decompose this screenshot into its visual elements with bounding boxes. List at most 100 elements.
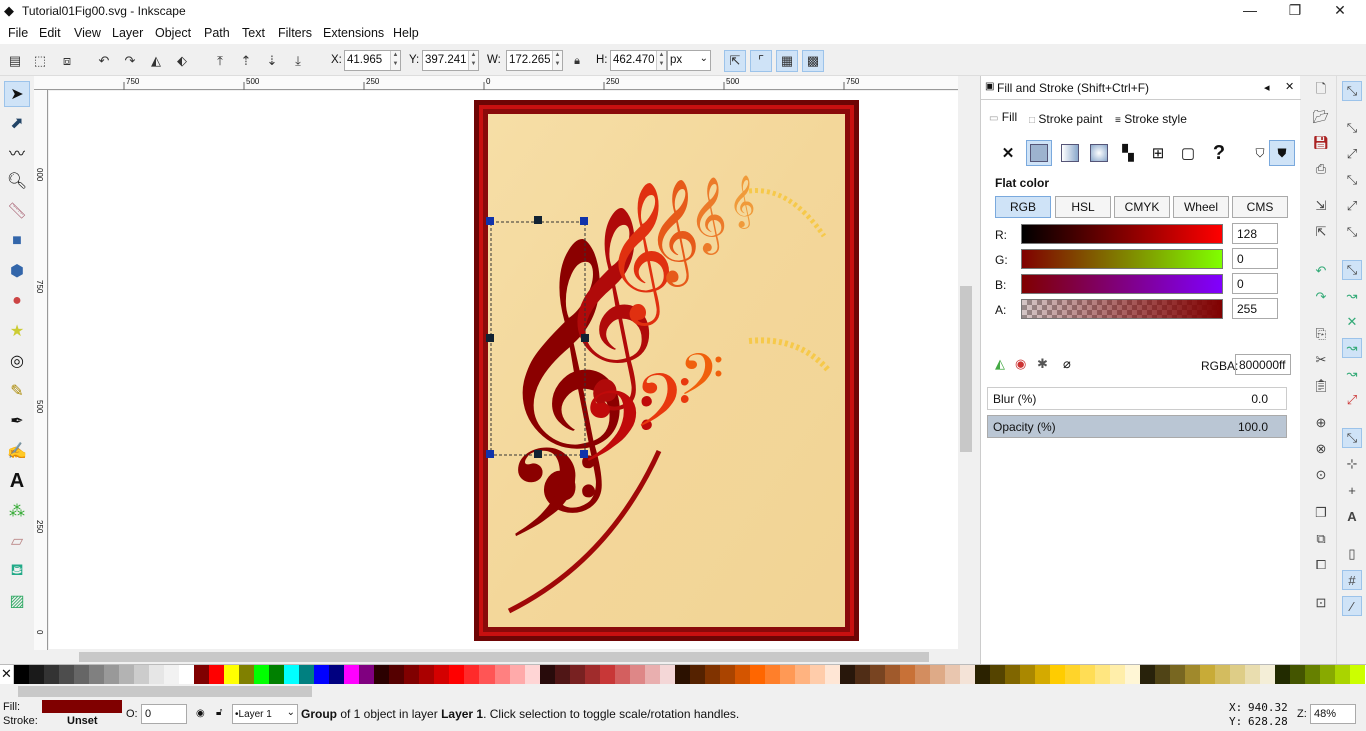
rgba-field[interactable]: 800000ff bbox=[1235, 354, 1291, 375]
opacity-slider[interactable]: Opacity (%) 100.0 bbox=[987, 415, 1287, 438]
w-spin-arrows[interactable]: ▲ ▼ bbox=[552, 51, 562, 70]
palette-swatch[interactable] bbox=[1155, 665, 1171, 684]
3dbox-tool-icon[interactable]: ⬢ bbox=[4, 258, 30, 284]
g-slider[interactable] bbox=[1021, 249, 1223, 269]
layer-lock-icon[interactable]: 🔓︎ bbox=[216, 707, 222, 718]
node-tool-icon[interactable]: ⬈ bbox=[4, 110, 30, 136]
r-slider[interactable] bbox=[1021, 224, 1223, 244]
unlink-clone-icon[interactable]: ⧠ bbox=[1311, 555, 1331, 575]
menu-object[interactable]: Object bbox=[155, 26, 191, 40]
save-icon[interactable]: 💾︎ bbox=[1311, 133, 1331, 153]
zoom-drawing-icon[interactable]: ⊗ bbox=[1311, 439, 1331, 459]
snap-bbox-center-icon[interactable]: ⤡ bbox=[1342, 222, 1362, 242]
a-value-field[interactable]: 255 bbox=[1232, 298, 1278, 319]
snap-text-baseline-icon[interactable]: A bbox=[1342, 506, 1362, 526]
zoom-page-icon[interactable]: ⊙ bbox=[1311, 465, 1331, 485]
palette-swatch[interactable] bbox=[1350, 665, 1366, 684]
palette-swatch[interactable] bbox=[29, 665, 45, 684]
palette-swatch[interactable] bbox=[629, 665, 645, 684]
palette-swatch[interactable] bbox=[1335, 665, 1351, 684]
palette-swatch[interactable] bbox=[299, 665, 315, 684]
radial-gradient-icon[interactable] bbox=[1086, 140, 1112, 166]
undo-icon[interactable]: ↶ bbox=[1311, 261, 1331, 281]
export-icon[interactable]: ⇱ bbox=[1311, 222, 1331, 242]
palette-swatch[interactable] bbox=[149, 665, 165, 684]
palette-swatch[interactable] bbox=[689, 665, 705, 684]
snap-guide-icon[interactable]: ⁄ bbox=[1342, 596, 1362, 616]
palette-swatch[interactable] bbox=[1260, 665, 1276, 684]
mesh-gradient-icon[interactable]: ▚ bbox=[1115, 140, 1141, 166]
panel-close-icon[interactable]: ✕ bbox=[1285, 80, 1294, 93]
palette-swatch[interactable] bbox=[1185, 665, 1201, 684]
palette-swatch[interactable] bbox=[179, 665, 195, 684]
blur-slider[interactable]: Blur (%) 0.0 bbox=[987, 387, 1287, 410]
zoom-tool-icon[interactable]: 🔍︎ bbox=[4, 168, 30, 194]
paste-icon[interactable]: 📋︎ bbox=[1311, 376, 1331, 396]
clone-icon[interactable]: ⧉ bbox=[1311, 529, 1331, 549]
palette-swatch[interactable] bbox=[1245, 665, 1261, 684]
snap-others-icon[interactable]: ⤡ bbox=[1342, 428, 1362, 448]
mode-cms-tab[interactable]: CMS bbox=[1232, 196, 1288, 218]
r-value-field[interactable]: 128 bbox=[1232, 223, 1278, 244]
palette-swatch[interactable] bbox=[719, 665, 735, 684]
palette-swatch[interactable] bbox=[389, 665, 405, 684]
flip-horizontal-icon[interactable]: ◭ bbox=[145, 50, 167, 72]
palette-swatch[interactable] bbox=[764, 665, 780, 684]
palette-swatch[interactable] bbox=[164, 665, 180, 684]
palette-swatch[interactable] bbox=[464, 665, 480, 684]
snap-bbox-corner-icon[interactable]: ⤡ bbox=[1342, 170, 1362, 190]
menu-file[interactable]: File bbox=[8, 26, 28, 40]
rotate-ccw-icon[interactable]: ↶ bbox=[93, 50, 115, 72]
palette-swatch[interactable] bbox=[1065, 665, 1081, 684]
x-field[interactable]: 41.965 ▲ ▼ bbox=[344, 50, 401, 71]
snap-bbox-midpoint-icon[interactable]: ⤢ bbox=[1342, 196, 1362, 216]
new-document-icon[interactable]: 🗋 bbox=[1311, 81, 1331, 101]
palette-swatch[interactable] bbox=[1200, 665, 1216, 684]
x-spin-arrows[interactable]: ▲ ▼ bbox=[390, 51, 400, 70]
palette-swatch[interactable] bbox=[419, 665, 435, 684]
palette-swatch[interactable] bbox=[990, 665, 1006, 684]
select-all-icon[interactable]: ▤ bbox=[4, 50, 26, 72]
palette-swatch[interactable] bbox=[494, 665, 510, 684]
palette-swatch[interactable] bbox=[959, 665, 975, 684]
palette-swatch[interactable] bbox=[1215, 665, 1231, 684]
linear-gradient-icon[interactable] bbox=[1057, 140, 1083, 166]
palette-swatch[interactable] bbox=[269, 665, 285, 684]
eraser-tool-icon[interactable]: ▱ bbox=[4, 528, 30, 554]
color-picker-icon[interactable]: ⌀ bbox=[1063, 356, 1071, 372]
flip-vertical-icon[interactable]: ⬖ bbox=[171, 50, 193, 72]
palette-swatch[interactable] bbox=[539, 665, 555, 684]
menu-text[interactable]: Text bbox=[242, 26, 265, 40]
palette-swatch[interactable] bbox=[584, 665, 600, 684]
g-value-field[interactable]: 0 bbox=[1232, 248, 1278, 269]
mode-hsl-tab[interactable]: HSL bbox=[1055, 196, 1111, 218]
no-paint-icon[interactable]: ✕ bbox=[995, 140, 1021, 166]
print-icon[interactable]: ⎙ bbox=[1311, 159, 1331, 179]
tab-fill[interactable]: ▭ Fill bbox=[989, 110, 1018, 126]
palette-swatch[interactable] bbox=[1140, 665, 1156, 684]
calligraphy-tool-icon[interactable]: ✍ bbox=[4, 438, 30, 464]
w-field[interactable]: 172.265 ▲ ▼ bbox=[506, 50, 563, 71]
palette-swatch[interactable] bbox=[839, 665, 855, 684]
palette-swatch[interactable] bbox=[104, 665, 120, 684]
lower-icon[interactable]: ⇣ bbox=[261, 50, 283, 72]
h-spin-arrows[interactable]: ▲ ▼ bbox=[656, 51, 666, 70]
panel-collapse-icon[interactable]: ◂ bbox=[1264, 81, 1270, 94]
copy-icon[interactable]: ⎘ bbox=[1311, 324, 1331, 344]
zoom-selection-icon[interactable]: ⊕ bbox=[1311, 413, 1331, 433]
b-slider[interactable] bbox=[1021, 274, 1223, 294]
measure-tool-icon[interactable]: 📏︎ bbox=[4, 198, 30, 224]
y-spin-arrows[interactable]: ▲ ▼ bbox=[468, 51, 478, 70]
snap-paths-icon[interactable]: ↝ bbox=[1342, 286, 1362, 306]
palette-swatch[interactable] bbox=[194, 665, 210, 684]
scale-corners-icon[interactable]: ⌜ bbox=[750, 50, 772, 72]
pen-tool-icon[interactable]: ✒ bbox=[4, 408, 30, 434]
palette-swatch[interactable] bbox=[524, 665, 540, 684]
palette-swatch[interactable] bbox=[1275, 665, 1291, 684]
palette-scrollbar[interactable] bbox=[0, 684, 1366, 699]
raise-icon[interactable]: ⇡ bbox=[235, 50, 257, 72]
unset-paint-icon[interactable]: ? bbox=[1206, 140, 1232, 166]
palette-swatch[interactable] bbox=[779, 665, 795, 684]
palette-swatch[interactable] bbox=[899, 665, 915, 684]
scroll-thumb[interactable] bbox=[79, 652, 929, 662]
